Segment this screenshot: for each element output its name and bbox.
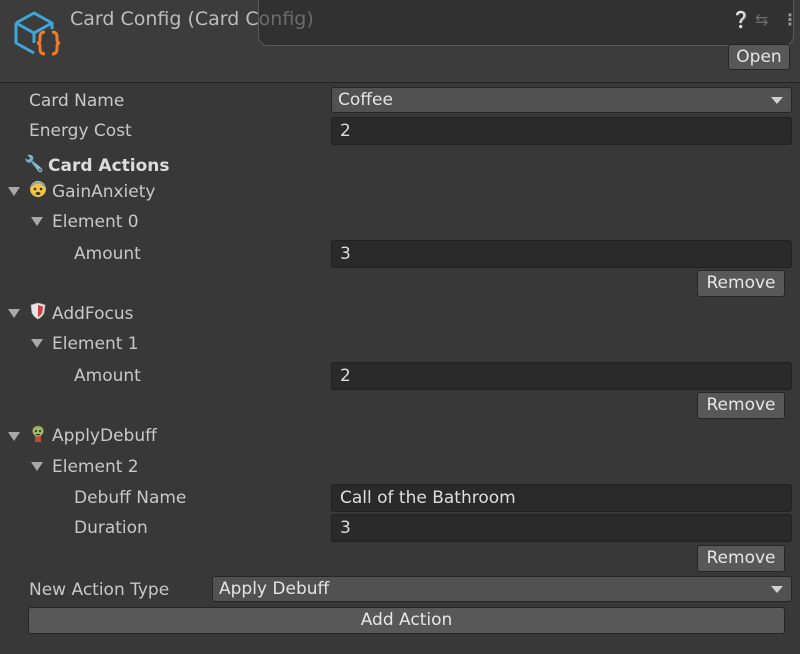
amount-label: Amount (74, 366, 141, 386)
kebab-menu-icon[interactable]: ⋮ (782, 10, 798, 29)
amount-label: Amount (74, 244, 141, 264)
remove-button[interactable]: Remove (697, 392, 785, 419)
action-type-label[interactable]: GainAnxiety (52, 181, 155, 203)
amount-input[interactable]: 3 (331, 240, 792, 268)
zombie-icon (32, 424, 44, 442)
new-action-type-dropdown[interactable]: Apply Debuff (212, 576, 792, 602)
anxious-face-icon (30, 181, 46, 197)
add-action-button[interactable]: Add Action (28, 607, 785, 634)
card-actions-label: Card Actions (48, 156, 170, 176)
card-name-dropdown[interactable]: Coffee (331, 87, 792, 113)
remove-button[interactable]: Remove (697, 270, 785, 297)
help-icon[interactable]: ❔ (731, 10, 751, 29)
new-action-type-value: Apply Debuff (219, 579, 330, 599)
foldout-arrow-element-1[interactable] (31, 339, 43, 348)
inspector-header: Card Config (Card Config) ❔ ⇆ ⋮ Open (0, 0, 800, 83)
shield-icon (30, 302, 46, 320)
foldout-arrow-element-2[interactable] (31, 462, 43, 471)
duration-label: Duration (74, 518, 148, 538)
foldout-arrow-element-0[interactable] (31, 217, 43, 226)
action-type-label[interactable]: AddFocus (52, 303, 133, 325)
card-name-label: Card Name (29, 91, 125, 111)
element-label[interactable]: Element 1 (52, 333, 139, 355)
energy-cost-input[interactable]: 2 (331, 117, 792, 145)
wrench-icon: 🔧 (24, 154, 44, 173)
card-config-script-icon (14, 11, 60, 56)
action-type-label[interactable]: ApplyDebuff (52, 425, 157, 447)
duration-input[interactable]: 3 (331, 514, 792, 542)
preset-icon[interactable]: ⇆ (755, 10, 768, 29)
amount-input[interactable]: 2 (331, 362, 792, 390)
element-label[interactable]: Element 0 (52, 211, 139, 233)
card-name-value: Coffee (338, 90, 393, 110)
chevron-down-icon (771, 586, 783, 593)
chevron-down-icon (771, 97, 783, 104)
overlay-popup (258, 0, 794, 46)
foldout-arrow-apply-debuff[interactable] (8, 432, 20, 441)
foldout-arrow-add-focus[interactable] (8, 309, 20, 318)
debuff-name-input[interactable]: Call of the Bathroom (331, 484, 792, 512)
foldout-arrow-gain-anxiety[interactable] (8, 187, 20, 196)
new-action-type-label: New Action Type (29, 580, 170, 600)
open-button[interactable]: Open (728, 44, 790, 70)
debuff-name-label: Debuff Name (74, 488, 187, 508)
remove-button[interactable]: Remove (697, 545, 785, 572)
element-label[interactable]: Element 2 (52, 456, 139, 478)
energy-cost-label: Energy Cost (29, 121, 132, 141)
